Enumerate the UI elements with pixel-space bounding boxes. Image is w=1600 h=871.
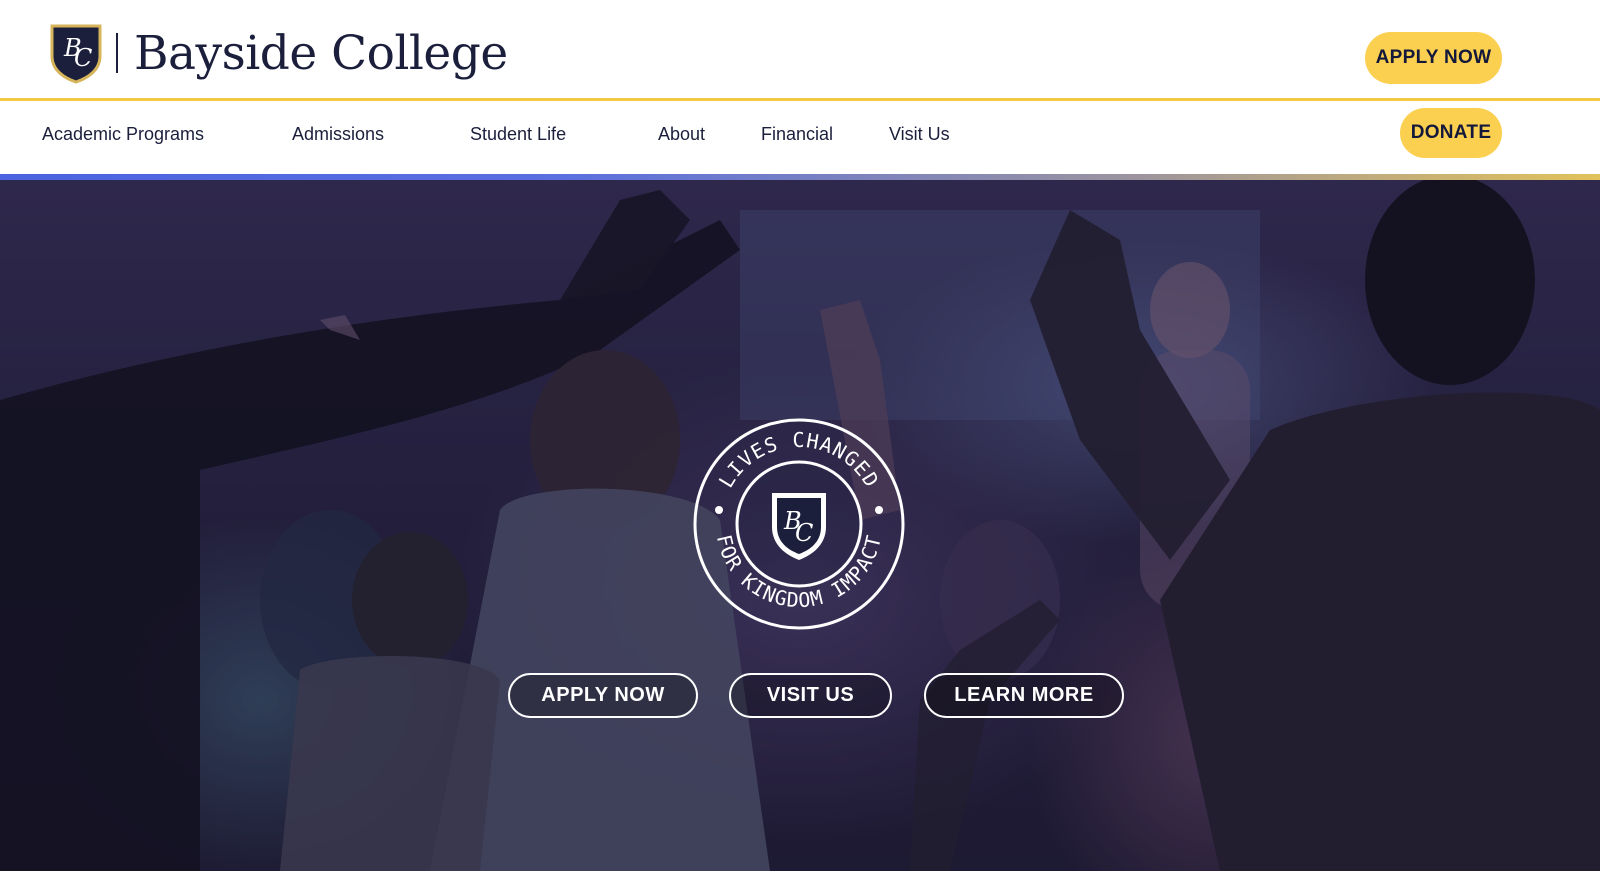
college-name: Bayside College [134, 25, 508, 81]
hero-learn-more-button[interactable]: LEARN MORE [924, 673, 1124, 718]
svg-text:C: C [74, 44, 92, 72]
donate-button[interactable]: DONATE [1400, 108, 1502, 158]
nav-about[interactable]: About [658, 124, 705, 145]
site-logo[interactable]: B C Bayside College [48, 22, 508, 84]
nav-financial[interactable]: Financial [761, 124, 833, 145]
nav-admissions[interactable]: Admissions [292, 124, 384, 145]
nav-visit-us[interactable]: Visit Us [889, 124, 950, 145]
hero-visit-us-button[interactable]: VISIT US [729, 673, 892, 718]
svg-text:C: C [795, 519, 813, 547]
lives-changed-seal: LIVES CHANGED FOR KINGDOM IMPACT B C [693, 418, 905, 630]
college-crest-icon: B C [50, 24, 102, 84]
nav-student-life[interactable]: Student Life [470, 124, 566, 145]
hero-apply-now-button[interactable]: APPLY NOW [508, 673, 698, 718]
nav-academic-programs[interactable]: Academic Programs [42, 124, 204, 145]
apply-now-button[interactable]: APPLY NOW [1365, 32, 1502, 84]
logo-divider [116, 33, 118, 73]
hero-section: LIVES CHANGED FOR KINGDOM IMPACT B C [0, 180, 1600, 871]
site-header: B C Bayside College APPLY NOW [0, 0, 1600, 100]
